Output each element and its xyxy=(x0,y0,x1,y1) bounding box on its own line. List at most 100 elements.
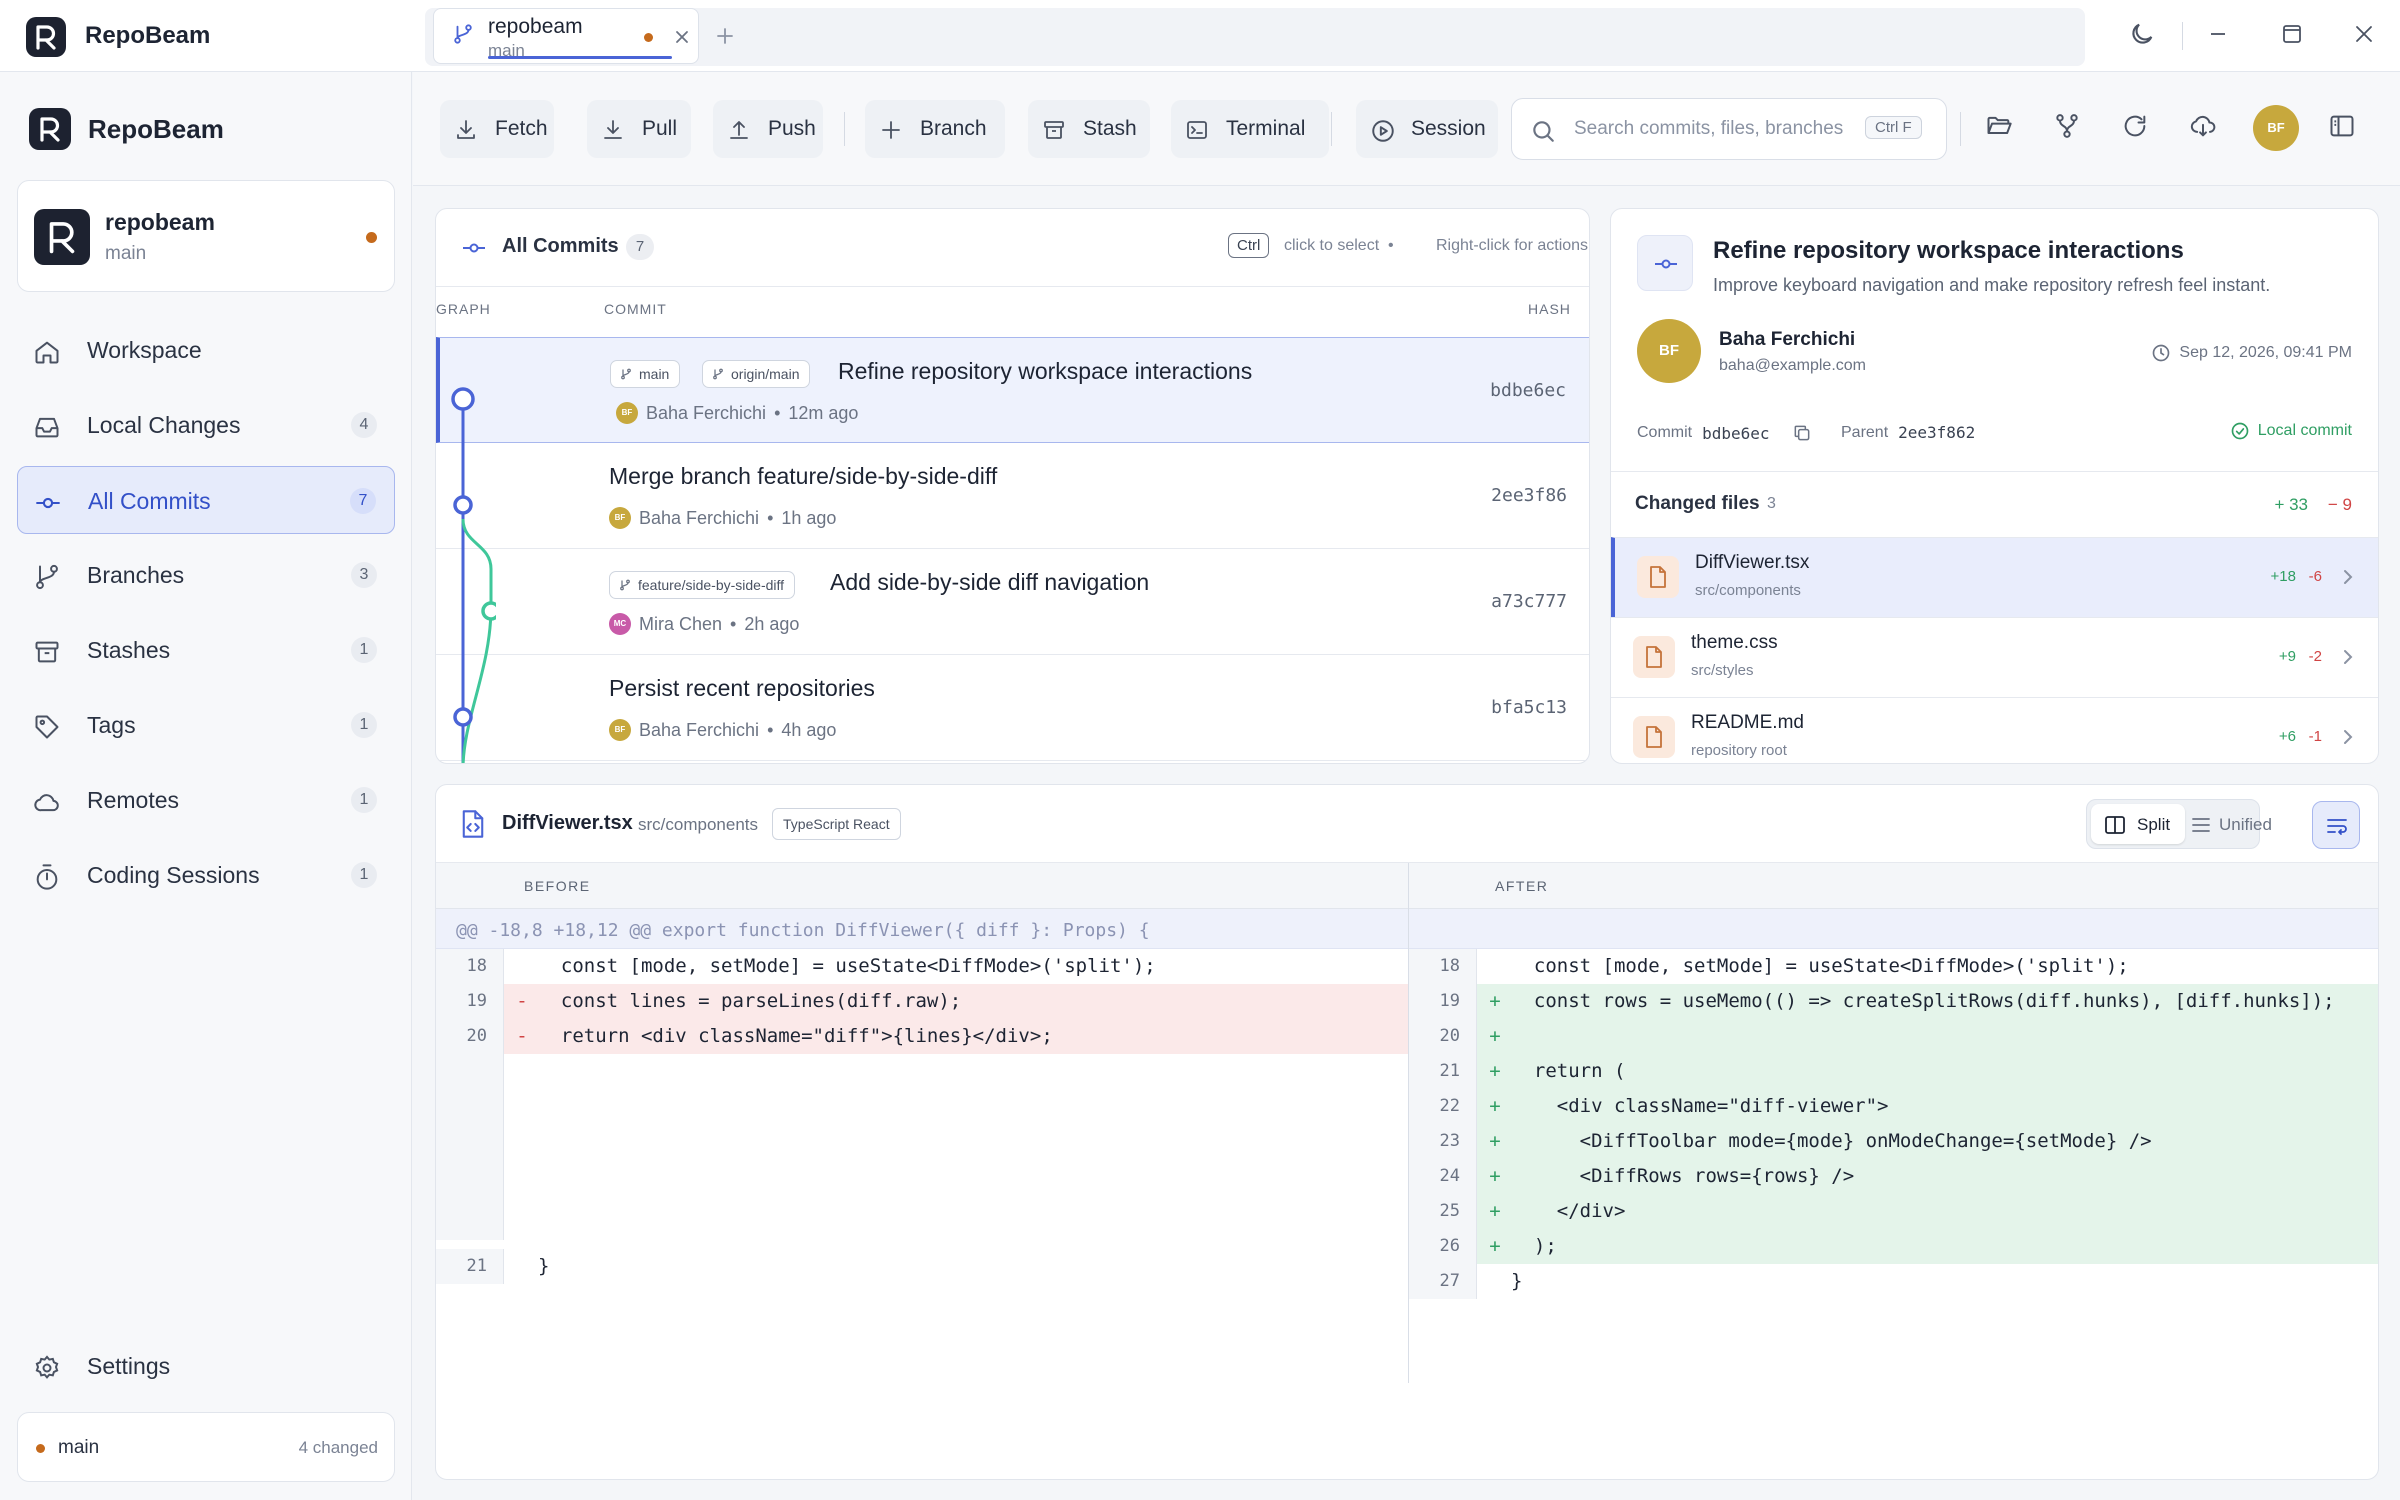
panel-toggle-icon[interactable] xyxy=(2328,112,2356,140)
file-row[interactable]: theme.css src/styles +9 -2 xyxy=(1611,617,2378,697)
push-label: Push xyxy=(768,117,816,140)
local-commit-status: Local commit xyxy=(2230,421,2352,441)
file-path: src/styles xyxy=(1691,662,1754,679)
minimize-icon[interactable] xyxy=(2204,20,2232,48)
diff-line-before-deleted: 19- const lines = parseLines(diff.raw); xyxy=(436,984,1408,1019)
pull-label: Pull xyxy=(642,117,678,140)
home-icon xyxy=(33,338,61,366)
commit-row[interactable]: feature/side-by-side-diff Add side-by-si… xyxy=(436,549,1589,655)
sidebar-item-remotes[interactable]: Remotes 1 xyxy=(17,766,395,834)
toolbar: Fetch Pull Push Branch Stash Terminal Se… xyxy=(413,72,2400,186)
file-row[interactable]: README.md repository root +6 -1 xyxy=(1611,697,2378,763)
column-commit: COMMIT xyxy=(604,301,667,317)
folder-open-icon[interactable] xyxy=(1985,112,2013,140)
commit-row[interactable]: Merge branch feature/side-by-side-diff B… xyxy=(436,443,1589,549)
download-icon xyxy=(454,118,478,142)
stash-button[interactable]: Stash xyxy=(1028,100,1150,158)
search-box[interactable]: Ctrl F xyxy=(1511,98,1947,160)
sidebar-item-branches[interactable]: Branches 3 xyxy=(17,541,395,609)
branch-status[interactable]: main 4 changed xyxy=(17,1412,395,1482)
sidebar-item-label: Remotes xyxy=(87,787,180,813)
commit-row[interactable]: main origin/main Refine repository works… xyxy=(436,337,1589,443)
refresh-icon[interactable] xyxy=(2121,112,2149,140)
divider xyxy=(1611,471,2378,472)
repo-tab[interactable]: repobeam main xyxy=(433,8,699,64)
branch-button[interactable]: Branch xyxy=(865,100,1005,158)
new-tab-icon[interactable] xyxy=(715,26,735,46)
commit-icon xyxy=(1637,235,1693,291)
list-icon xyxy=(2192,818,2210,832)
upload-icon xyxy=(727,118,751,142)
maximize-icon[interactable] xyxy=(2278,20,2306,48)
tag-icon xyxy=(33,713,61,741)
copy-icon[interactable] xyxy=(1792,423,1812,443)
file-additions: +18 xyxy=(2270,568,2296,585)
sidebar-item-all-commits[interactable]: All Commits 7 xyxy=(17,466,395,534)
graph-icon[interactable] xyxy=(2053,112,2081,140)
play-circle-icon xyxy=(1370,118,1396,144)
sidebar-item-tags[interactable]: Tags 1 xyxy=(17,691,395,759)
repo-switcher[interactable]: repobeam main xyxy=(17,180,395,292)
sidebar-item-stashes[interactable]: Stashes 1 xyxy=(17,616,395,684)
commit-details-panel: Refine repository workspace interactions… xyxy=(1610,208,2379,764)
diff-line-after-added: 23 + <DiffToolbar mode={mode} onModeChang… xyxy=(1409,1124,2378,1159)
titlebar-separator xyxy=(2182,22,2183,50)
column-graph: GRAPH xyxy=(436,301,491,317)
active-tab-underline xyxy=(488,56,672,59)
session-label: Session xyxy=(1411,117,1486,140)
stash-label: Stash xyxy=(1083,117,1137,140)
fetch-button[interactable]: Fetch xyxy=(440,100,554,158)
author-name: Baha Ferchichi xyxy=(1719,329,1856,350)
commit-meta: BF Baha Ferchichi • 4h ago xyxy=(609,719,836,741)
unified-view-button[interactable]: Unified xyxy=(2189,804,2272,844)
file-additions: +6 xyxy=(2278,728,2296,745)
sidebar-item-label: Tags xyxy=(87,712,136,738)
terminal-label: Terminal xyxy=(1226,117,1306,140)
sidebar: RepoBeam repobeam main Workspace Local C… xyxy=(0,72,412,1500)
wrap-lines-button[interactable] xyxy=(2312,801,2360,849)
sidebar-item-label: Coding Sessions xyxy=(87,862,260,888)
cloud-icon xyxy=(33,788,61,816)
diff-file-path: src/components xyxy=(638,815,758,834)
terminal-button[interactable]: Terminal xyxy=(1171,100,1329,158)
search-input[interactable] xyxy=(1574,115,1844,143)
clock-icon xyxy=(2151,343,2171,363)
sidebar-item-settings[interactable]: Settings xyxy=(17,1332,395,1400)
before-column-header: BEFORE xyxy=(436,863,1409,909)
diff-line-after-added: 22 + <div className="diff-viewer"> xyxy=(1409,1089,2378,1124)
file-icon xyxy=(1637,556,1679,598)
file-deletions: -2 xyxy=(2308,648,2322,665)
sidebar-item-count: 7 xyxy=(350,488,376,514)
commit-hash: bdbe6ec xyxy=(1490,380,1566,401)
sidebar-item-local-changes[interactable]: Local Changes 4 xyxy=(17,391,395,459)
sidebar-item-count: 1 xyxy=(351,712,377,738)
cloud-sync-icon[interactable] xyxy=(2189,112,2217,140)
file-path: repository root xyxy=(1691,742,1787,759)
commits-header: All Commits 7 Ctrl click to select • Rig… xyxy=(436,209,1589,287)
changed-count: 4 changed xyxy=(298,1438,378,1457)
file-row[interactable]: DiffViewer.tsx src/components +18 -6 xyxy=(1611,537,2378,617)
sidebar-item-count: 3 xyxy=(351,562,377,588)
user-avatar[interactable]: BF xyxy=(2253,105,2299,151)
sidebar-item-workspace[interactable]: Workspace xyxy=(17,316,395,384)
close-window-icon[interactable] xyxy=(2350,20,2378,48)
session-button[interactable]: Session xyxy=(1356,100,1498,158)
split-view-button[interactable]: Split xyxy=(2091,804,2185,844)
commit-icon xyxy=(462,239,486,257)
sidebar-item-label: Workspace xyxy=(87,337,202,363)
file-icon xyxy=(1633,636,1675,678)
inbox-icon xyxy=(33,413,61,441)
app-logo xyxy=(26,17,66,57)
commit-row[interactable]: Persist recent repositories BF Baha Ferch… xyxy=(436,655,1589,761)
sidebar-item-label: Local Changes xyxy=(87,412,241,438)
branch-status-dot xyxy=(36,1444,45,1453)
push-button[interactable]: Push xyxy=(713,100,823,158)
theme-toggle-icon[interactable] xyxy=(2128,20,2156,48)
diff-line-before-deleted: 20- return <div className="diff">{lines}… xyxy=(436,1019,1408,1054)
commits-panel: All Commits 7 Ctrl click to select • Rig… xyxy=(435,208,1590,764)
sidebar-item-coding-sessions[interactable]: Coding Sessions 1 xyxy=(17,841,395,909)
pull-button[interactable]: Pull xyxy=(587,100,691,158)
close-tab-icon[interactable] xyxy=(674,29,690,45)
column-hash: HASH xyxy=(1528,301,1571,317)
branch-label: Branch xyxy=(920,117,987,140)
